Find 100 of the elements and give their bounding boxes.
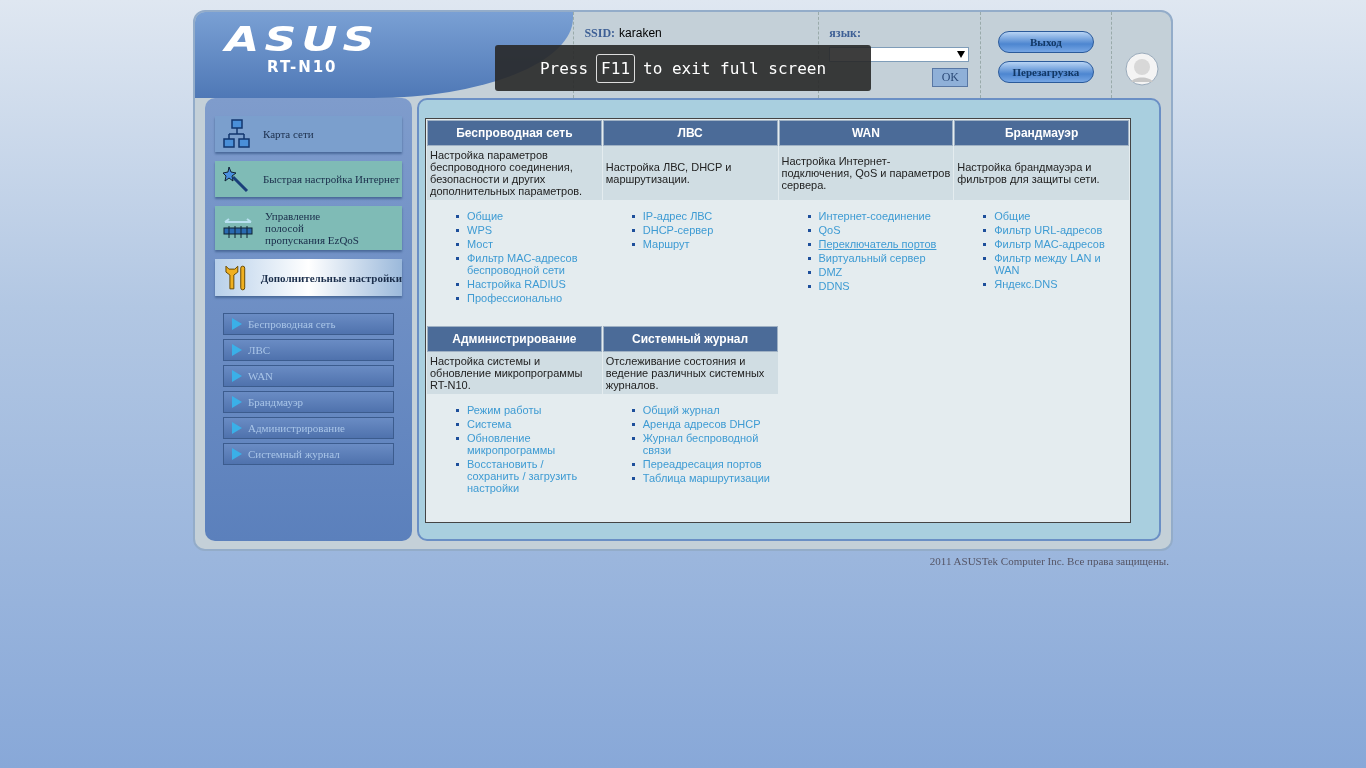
settings-link[interactable]: IP-адрес ЛВС <box>642 210 713 222</box>
bullet-icon <box>807 243 811 246</box>
bullet-icon <box>631 463 635 466</box>
bullet-icon <box>631 243 635 246</box>
notice-text: Press <box>539 58 589 78</box>
settings-link[interactable]: Фильтр между LAN и WAN <box>994 252 1123 276</box>
bullet-icon <box>983 283 987 286</box>
bullet-icon <box>983 215 987 218</box>
bullet-icon <box>631 477 635 480</box>
bullet-icon <box>456 409 459 412</box>
settings-link[interactable]: Фильтр MAC-адресов <box>994 238 1105 250</box>
settings-link[interactable]: Общие <box>467 210 504 222</box>
wand-icon <box>223 165 251 193</box>
bullet-icon <box>456 437 459 440</box>
bullet-icon <box>456 229 459 232</box>
menu-item[interactable]: Управление полосой пропускания EzQoS <box>215 206 402 250</box>
settings-link[interactable]: Переадресация портов <box>642 458 762 470</box>
bullet-icon <box>807 285 811 288</box>
copyright: 2011 ASUSTek Computer Inc. Все права защищены. <box>928 554 1170 567</box>
bullet-icon <box>456 215 459 218</box>
bullet-icon <box>983 257 987 260</box>
submenu-item[interactable]: WAN <box>223 365 394 387</box>
settings-link[interactable]: DMZ <box>818 266 843 278</box>
ssid-value: karaken <box>619 26 662 40</box>
menu-item[interactable]: Быстрая настройка Интернет <box>215 161 402 197</box>
bullet-icon <box>456 423 459 426</box>
language-label: язык: <box>829 26 861 40</box>
section-description: Настройка параметров беспроводного соединения, безопасности и других дополнительных параметров. <box>427 146 602 200</box>
play-icon <box>232 370 242 382</box>
settings-link[interactable]: Общий журнал <box>642 404 720 416</box>
avatar-icon <box>1124 52 1159 86</box>
network-icon <box>223 119 251 149</box>
bullet-icon <box>983 243 987 246</box>
settings-link[interactable]: DHCP-сервер <box>642 224 714 236</box>
bullet-icon <box>631 423 635 426</box>
submenu-item[interactable]: Беспроводная сеть <box>223 313 394 335</box>
menu-label: Управление полосой пропускания EzQoS <box>265 210 359 246</box>
bullet-icon <box>456 243 459 246</box>
section-description: Настройка Интернет-подключения, QoS и параметров сервера. <box>778 146 954 200</box>
section-heading: ЛВС <box>602 120 778 146</box>
submenu-item[interactable]: Системный журнал <box>223 443 394 465</box>
settings-link[interactable]: Режим работы <box>467 404 542 416</box>
bullet-icon <box>631 437 635 440</box>
bullet-icon <box>456 463 459 466</box>
play-icon <box>232 318 242 330</box>
bullet-icon <box>631 215 635 218</box>
section-heading: Системный журнал <box>602 326 778 352</box>
caret-icon <box>957 51 966 58</box>
play-icon <box>232 396 242 408</box>
settings-link[interactable]: WPS <box>467 224 493 236</box>
menu-label: Дополнительные настройки <box>260 271 402 284</box>
settings-link[interactable]: Виртуальный сервер <box>818 252 926 264</box>
play-icon <box>232 422 242 434</box>
section-heading: Беспроводная сеть <box>427 120 602 146</box>
section-heading: Брандмауэр <box>954 120 1129 146</box>
settings-link[interactable]: QoS <box>818 224 841 236</box>
settings-link[interactable]: Система <box>467 418 512 430</box>
settings-link[interactable]: Журнал беспроводной связи <box>642 432 772 456</box>
model-name: RT-N10 <box>267 58 338 76</box>
settings-link[interactable]: Маршрут <box>642 238 690 250</box>
bullet-icon <box>631 229 635 232</box>
section-description: Настройка брандмауэра и фильтров для защиты сети. <box>954 146 1129 200</box>
settings-link[interactable]: Мост <box>467 238 493 250</box>
bullet-icon <box>807 229 811 232</box>
section-heading: WAN <box>778 120 954 146</box>
bullet-icon <box>456 257 459 260</box>
header-button[interactable]: Выход <box>997 31 1094 53</box>
settings-link[interactable]: Общие <box>994 210 1031 222</box>
settings-link[interactable]: Фильтр MAC-адресов беспроводной сети <box>467 252 596 276</box>
bullet-icon <box>807 257 811 260</box>
bullet-icon <box>807 271 811 274</box>
settings-link[interactable]: Настройка RADIUS <box>467 278 566 290</box>
play-icon <box>232 344 242 356</box>
settings-link[interactable]: DDNS <box>818 280 850 292</box>
menu-item[interactable]: Дополнительные настройки <box>215 259 402 296</box>
settings-link[interactable]: Обновление микропрограммы <box>467 432 596 456</box>
section-description: Настройка ЛВС, DHCP и маршрутизации. <box>602 146 778 200</box>
notice-text: to exit full screen <box>643 58 827 78</box>
settings-link[interactable]: Таблица маршрутизации <box>642 472 770 484</box>
settings-link[interactable]: Яндекс.DNS <box>994 278 1058 290</box>
settings-link[interactable]: Профессионально <box>467 292 563 304</box>
submenu-item[interactable]: Брандмауэр <box>223 391 394 413</box>
play-icon <box>232 448 242 460</box>
settings-link[interactable]: Восстановить / сохранить / загрузить настройки <box>467 458 596 494</box>
menu-label: Карта сети <box>263 128 314 140</box>
menu-item[interactable]: Карта сети <box>215 116 402 152</box>
submenu-item[interactable]: ЛВС <box>223 339 394 361</box>
ok-button[interactable]: OK <box>932 68 969 87</box>
submenu-item[interactable]: Администрирование <box>223 417 394 439</box>
settings-link[interactable]: Аренда адресов DHCP <box>642 418 761 430</box>
bullet-icon <box>456 283 459 286</box>
bullet-icon <box>456 297 459 300</box>
bullet-icon <box>807 215 811 218</box>
settings-link[interactable]: Переключатель портов <box>818 238 937 250</box>
settings-link[interactable]: Интернет-соединение <box>818 210 931 222</box>
header-button[interactable]: Перезагрузка <box>997 61 1094 83</box>
bullet-icon <box>631 409 635 412</box>
ssid-label: SSID: <box>584 26 616 40</box>
bullet-icon <box>983 229 987 232</box>
settings-link[interactable]: Фильтр URL-адресов <box>994 224 1103 236</box>
